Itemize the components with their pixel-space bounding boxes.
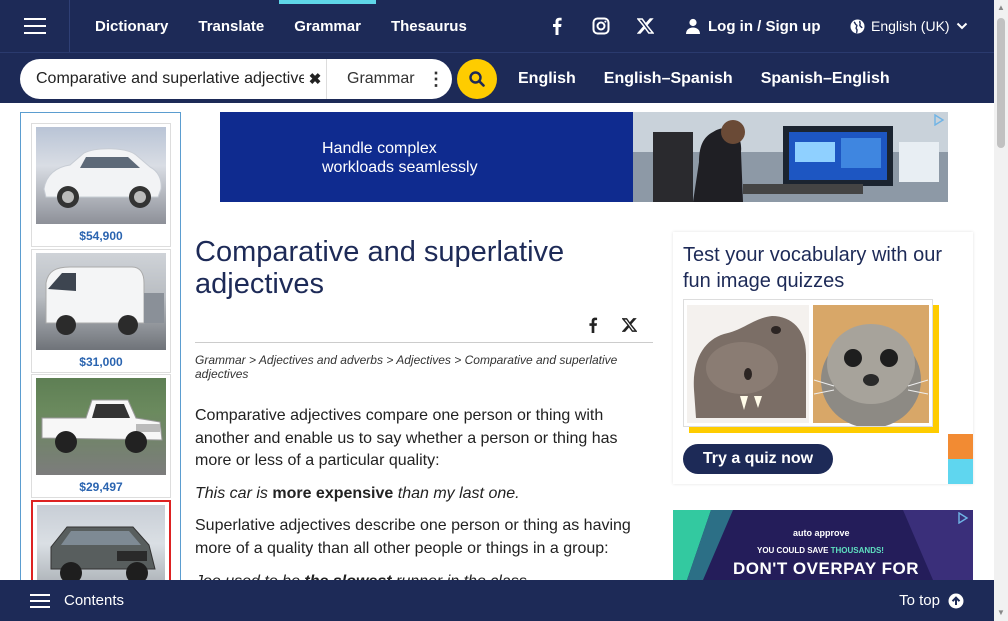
login-signup-link[interactable]: Log in / Sign up (686, 0, 820, 52)
arrow-up-circle-icon (948, 593, 964, 608)
chevron-down-icon (956, 22, 967, 30)
share-x-icon[interactable] (619, 315, 639, 335)
bottom-bar: Contents To top (0, 580, 994, 621)
example-comparative: This car is more expensive than my last … (195, 483, 635, 506)
breadcrumb: Grammar > Adjectives and adverbs > Adjec… (195, 353, 618, 381)
search-input[interactable] (36, 70, 304, 88)
paragraph-superlative: Superlative adjectives describe one pers… (195, 517, 631, 557)
search-bar: ✖ Grammar ⋮ English English–Spanish Span… (0, 52, 994, 103)
clear-search-icon[interactable]: ✖ (304, 70, 326, 88)
ad-save-emphasis: THOUSANDS! (830, 546, 884, 555)
dict-link-english[interactable]: English (518, 70, 576, 88)
example-text: than my last one. (393, 485, 520, 502)
car-ad-2[interactable]: $31,000 (31, 249, 171, 373)
banner-ad[interactable]: Handle complex workloads seamlessly (220, 112, 948, 202)
banner-ad-photo (633, 112, 948, 202)
ad-choices-icon[interactable] (933, 114, 945, 126)
dictionary-links: English English–Spanish Spanish–English (518, 53, 890, 104)
ad-brand: auto approve (793, 528, 850, 538)
user-icon (686, 18, 700, 34)
share-facebook-icon[interactable] (583, 315, 603, 335)
tab-translate[interactable]: Translate (183, 0, 279, 52)
decorative-square-cyan (948, 459, 973, 484)
scroll-up-icon[interactable]: ▲ (997, 4, 1005, 12)
page-scrollbar[interactable]: ▲ ▼ (994, 0, 1008, 621)
dict-link-spanish-english[interactable]: Spanish–English (761, 70, 890, 88)
search-box: ✖ Grammar ⋮ (20, 59, 452, 99)
left-car-ads: $54,900 $31,000 $29,497 (20, 112, 181, 582)
globe-icon (850, 19, 865, 33)
car-image (36, 378, 166, 475)
scroll-down-icon[interactable]: ▼ (997, 609, 1005, 617)
hamburger-icon (23, 25, 46, 27)
scroll-thumb[interactable] (997, 18, 1005, 148)
social-links (545, 0, 657, 52)
hippo-image (687, 305, 809, 423)
auto-approve-ad[interactable]: auto approve YOU COULD SAVE THOUSANDS! D… (673, 510, 973, 580)
language-selector[interactable]: English (UK) (850, 0, 968, 52)
car-image (37, 505, 165, 581)
dictionary-selector[interactable]: Grammar (326, 59, 426, 99)
tab-grammar[interactable]: Grammar (279, 0, 376, 52)
decorative-square-orange (948, 434, 973, 459)
menu-button[interactable] (0, 0, 70, 52)
breadcrumb-adjectives[interactable]: Adjectives (396, 353, 451, 367)
car-image (36, 127, 166, 224)
car-price: $29,497 (79, 480, 123, 494)
login-label: Log in / Sign up (708, 17, 821, 35)
nav-tabs: Dictionary Translate Grammar Thesaurus (80, 0, 482, 52)
example-keyword: more expensive (272, 485, 394, 502)
ad-save-text: YOU COULD SAVE THOUSANDS! (757, 546, 884, 555)
paragraph-comparative: Comparative adjectives compare one perso… (195, 407, 618, 469)
more-options-icon[interactable]: ⋮ (426, 69, 446, 90)
seal-image (813, 305, 929, 428)
car-image (36, 253, 166, 350)
quiz-images[interactable] (683, 299, 933, 428)
quiz-promo: Test your vocabulary with our fun image … (673, 232, 973, 484)
page-title: Comparative and superlative adjectives (195, 236, 565, 300)
language-label: English (UK) (871, 18, 950, 34)
top-nav-bar: Dictionary Translate Grammar Thesaurus L… (0, 0, 994, 52)
banner-ad-line-2: workloads seamlessly (322, 159, 478, 176)
dict-link-english-spanish[interactable]: English–Spanish (604, 70, 733, 88)
contents-button[interactable]: Contents (30, 592, 124, 609)
instagram-icon[interactable] (589, 14, 613, 38)
share-row (195, 309, 653, 343)
tab-thesaurus[interactable]: Thesaurus (376, 0, 482, 52)
quiz-title: Test your vocabulary with our fun image … (683, 244, 943, 292)
search-icon (469, 71, 485, 87)
to-top-button[interactable]: To top (899, 580, 964, 621)
ad-save-prefix: YOU COULD SAVE (757, 546, 831, 555)
car-ad-1[interactable]: $54,900 (31, 123, 171, 247)
car-ad-3[interactable]: $29,497 (31, 374, 171, 498)
car-ad-4[interactable] (31, 500, 171, 581)
example-text: This car is (195, 485, 273, 502)
banner-ad-line-1: Handle complex (322, 140, 437, 157)
banner-ad-text: Handle complex workloads seamlessly (322, 139, 478, 177)
to-top-label: To top (899, 592, 940, 609)
facebook-icon[interactable] (545, 14, 569, 38)
breadcrumb-grammar[interactable]: Grammar (195, 353, 246, 367)
car-price: $54,900 (79, 229, 123, 243)
contents-label: Contents (64, 592, 125, 609)
list-icon (30, 599, 50, 602)
try-quiz-button[interactable]: Try a quiz now (683, 444, 833, 474)
tab-dictionary[interactable]: Dictionary (80, 0, 183, 52)
breadcrumb-adjectives-and-adverbs[interactable]: Adjectives and adverbs (259, 353, 383, 367)
car-price: $31,000 (79, 355, 123, 369)
search-button[interactable] (457, 59, 497, 99)
ad-choices-icon[interactable] (957, 512, 969, 524)
x-twitter-icon[interactable] (633, 14, 657, 38)
ad-headline: DON'T OVERPAY FOR (733, 559, 920, 578)
